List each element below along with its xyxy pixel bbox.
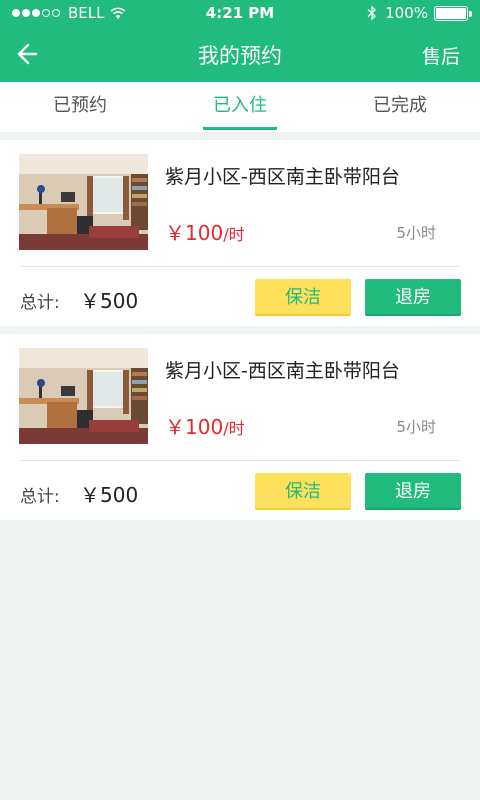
after-sale-button[interactable]: 售后 bbox=[422, 42, 460, 69]
booking-card[interactable]: 紫月小区-西区南主卧带阳台 ￥100/时 5小时 总计: ￥500 保洁 退房 bbox=[0, 334, 480, 520]
battery-icon bbox=[434, 5, 472, 21]
total-value: ￥500 bbox=[80, 289, 139, 313]
header: BELL 4:21 PM 100% 我的预约 售后 bbox=[0, 0, 480, 82]
booking-tabs: 已预约 已入住 已完成 bbox=[0, 82, 480, 132]
price-unit: /时 bbox=[223, 225, 245, 244]
tab-checked-in[interactable]: 已入住 bbox=[160, 82, 320, 132]
total-value: ￥500 bbox=[80, 483, 139, 507]
nav-bar: 我的预约 售后 bbox=[0, 26, 480, 82]
booking-card[interactable]: 紫月小区-西区南主卧带阳台 ￥100/时 5小时 总计: ￥500 保洁 退房 bbox=[0, 140, 480, 326]
checkout-button[interactable]: 退房 bbox=[365, 279, 461, 316]
cleaning-button[interactable]: 保洁 bbox=[255, 473, 351, 510]
bluetooth-icon bbox=[367, 5, 377, 21]
stay-duration: 5小时 bbox=[396, 224, 436, 242]
checkout-button[interactable]: 退房 bbox=[365, 473, 461, 510]
tab-completed[interactable]: 已完成 bbox=[320, 82, 480, 132]
room-name: 紫月小区-西区南主卧带阳台 bbox=[165, 166, 400, 188]
room-photo bbox=[19, 154, 148, 250]
room-price: ￥100/时 bbox=[165, 411, 245, 440]
card-divider bbox=[20, 460, 460, 461]
price-amount: ￥100 bbox=[165, 415, 224, 439]
total-label: 总计: bbox=[20, 487, 60, 507]
room-price: ￥100/时 bbox=[165, 217, 245, 246]
total-label: 总计: bbox=[20, 293, 60, 313]
tab-reserved[interactable]: 已预约 bbox=[0, 82, 160, 132]
status-right: 100% bbox=[367, 4, 472, 22]
battery-percent: 100% bbox=[385, 4, 428, 22]
page-title: 我的预约 bbox=[198, 44, 282, 68]
stay-duration: 5小时 bbox=[396, 418, 436, 436]
price-amount: ￥100 bbox=[165, 221, 224, 245]
room-photo bbox=[19, 348, 148, 444]
status-bar: BELL 4:21 PM 100% bbox=[0, 0, 480, 26]
room-name: 紫月小区-西区南主卧带阳台 bbox=[165, 360, 400, 382]
price-unit: /时 bbox=[223, 419, 245, 438]
cleaning-button[interactable]: 保洁 bbox=[255, 279, 351, 316]
card-divider bbox=[20, 266, 460, 267]
